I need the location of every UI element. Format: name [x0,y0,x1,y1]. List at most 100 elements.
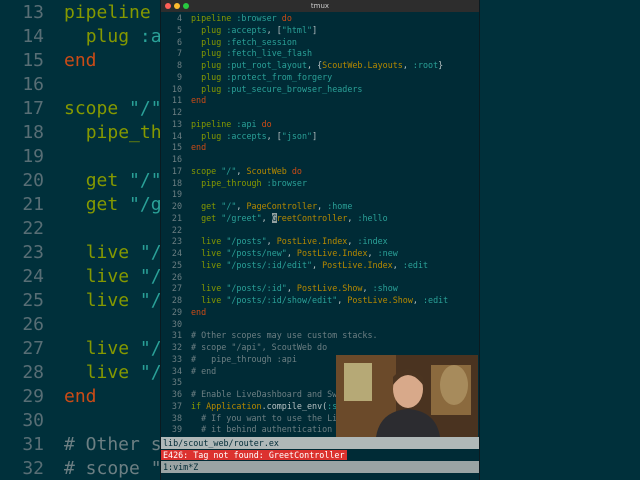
background-line-number: 26 [22,314,44,335]
code-text: pipeline :api do [191,118,272,129]
code-text: get "/greet", GreetController, :hello [201,212,388,223]
background-line-number: 17 [22,98,44,119]
line-number: 19 [171,189,182,200]
window-titlebar: tmux [161,0,479,12]
file-path: lib/scout_web/router.ex [163,438,279,448]
tmux-window-label[interactable]: 1:vim*Z [163,462,198,472]
line-number: 36 [171,389,182,399]
code-text: plug :fetch_live_flash [201,48,313,59]
line-number: 7 [176,48,182,59]
code-text: # Enable LiveDashboard and Sw [191,389,338,399]
line-number: 22 [171,224,182,235]
code-line[interactable]: 25 live "/posts/:id/edit", PostLive.Inde… [161,260,479,272]
background-line-number: 29 [22,386,44,407]
window-title: tmux [310,2,330,10]
code-line[interactable]: 11 end [161,95,479,107]
code-text: pipeline :browser do [191,13,292,23]
code-text: end [191,142,207,153]
background-line-number: 13 [22,2,44,23]
code-line[interactable]: 29 end [161,307,479,319]
background-line-number: 24 [22,266,44,287]
code-line[interactable]: 13 pipeline :api do [161,119,479,131]
line-number: 32 [171,342,182,352]
code-line[interactable]: 8 plug :put_root_layout, {ScoutWeb.Layou… [161,60,479,72]
line-number: 12 [171,107,182,117]
code-line[interactable]: 16 [161,154,479,166]
code-line[interactable]: 24 live "/posts/new", PostLive.Index, :n… [161,248,479,260]
line-number: 17 [171,165,182,176]
code-line[interactable]: 31 # Other scopes may use custom stacks. [161,330,479,342]
line-number: 28 [171,295,182,305]
line-number: 23 [171,236,182,247]
code-line[interactable]: 26 [161,272,479,284]
line-number: 4 [176,13,182,23]
line-number: 33 [171,353,182,364]
code-text: plug :put_root_layout, {ScoutWeb.Layouts… [201,60,444,70]
code-line[interactable]: 30 [161,319,479,331]
code-line[interactable]: 23 live "/posts", PostLive.Index, :index [161,236,479,248]
line-number: 5 [176,24,182,35]
line-number: 13 [171,118,182,129]
zoom-window-button[interactable] [183,3,189,9]
line-number: 16 [171,154,182,164]
line-number: 15 [171,142,182,153]
code-line[interactable]: 22 [161,225,479,237]
line-number: 9 [176,71,182,82]
code-line[interactable]: 7 plug :fetch_live_flash [161,48,479,60]
code-line[interactable]: 27 live "/posts/:id", PostLive.Show, :sh… [161,283,479,295]
code-text: # If you want to use the Li [191,412,338,423]
line-number: 8 [176,60,182,70]
background-line-number: 28 [22,362,44,383]
code-line[interactable]: 18 pipe_through :browser [161,178,479,190]
code-line[interactable]: 12 [161,107,479,119]
line-number: 18 [171,177,182,188]
code-line[interactable]: 4 pipeline :browser do [161,13,479,25]
code-line[interactable]: 9 plug :protect_from_forgery [161,72,479,84]
line-number: 27 [171,283,182,294]
background-line-number: 15 [22,50,44,71]
tmux-status-bar: 1:vim*Z [161,461,479,473]
line-number: 34 [171,365,182,376]
minimize-window-button[interactable] [174,3,180,9]
code-line[interactable]: 20 get "/", PageController, :home [161,201,479,213]
line-number: 24 [171,248,182,258]
line-number: 31 [171,330,182,341]
code-line[interactable]: 5 plug :accepts, ["html"] [161,25,479,37]
code-line[interactable]: 32 # scope "/api", ScoutWeb do [161,342,479,354]
code-text: plug :fetch_session [201,36,297,47]
line-number: 20 [171,201,182,211]
code-line[interactable]: 17 scope "/", ScoutWeb do [161,166,479,178]
code-line[interactable]: 14 plug :accepts, ["json"] [161,131,479,143]
code-line[interactable]: 28 live "/posts/:id/show/edit", PostLive… [161,295,479,307]
webcam-overlay [336,355,478,437]
code-line[interactable]: 10 plug :put_secure_browser_headers [161,84,479,96]
code-line[interactable]: 15 end [161,142,479,154]
background-line-number: 18 [22,122,44,143]
background-right-pane [480,0,640,480]
code-text: plug :accepts, ["json"] [201,130,318,141]
code-text: plug :protect_from_forgery [201,71,333,82]
code-line[interactable]: 21 get "/greet", GreetController, :hello [161,212,479,225]
background-code-text: end [64,386,97,407]
code-text: pipe_through :browser [201,177,307,188]
close-window-button[interactable] [165,3,171,9]
code-text: # Other scopes may use custom stacks. [191,330,378,341]
background-line-number: 32 [22,458,44,479]
background-line-number: 19 [22,146,44,167]
error-message: E426: Tag not found: GreetController [161,450,347,460]
background-line-number: 31 [22,434,44,455]
code-line[interactable]: 19 [161,189,479,201]
code-text: live "/posts/:id/edit", PostLive.Index, … [201,259,429,270]
vim-command-line[interactable]: E426: Tag not found: GreetController [161,449,479,461]
background-code-text: end [64,50,97,71]
line-number: 11 [171,95,182,106]
code-text: scope "/", ScoutWeb do [191,165,302,176]
code-text: end [191,95,207,106]
background-line-number: 21 [22,194,44,215]
code-text: live "/posts/:id/show/edit", PostLive.Sh… [201,295,449,305]
code-text: live "/posts", PostLive.Index, :index [201,236,388,247]
background-line-number: 25 [22,290,44,311]
line-number: 30 [171,318,182,329]
code-line[interactable]: 6 plug :fetch_session [161,37,479,49]
background-line-number: 16 [22,74,44,95]
